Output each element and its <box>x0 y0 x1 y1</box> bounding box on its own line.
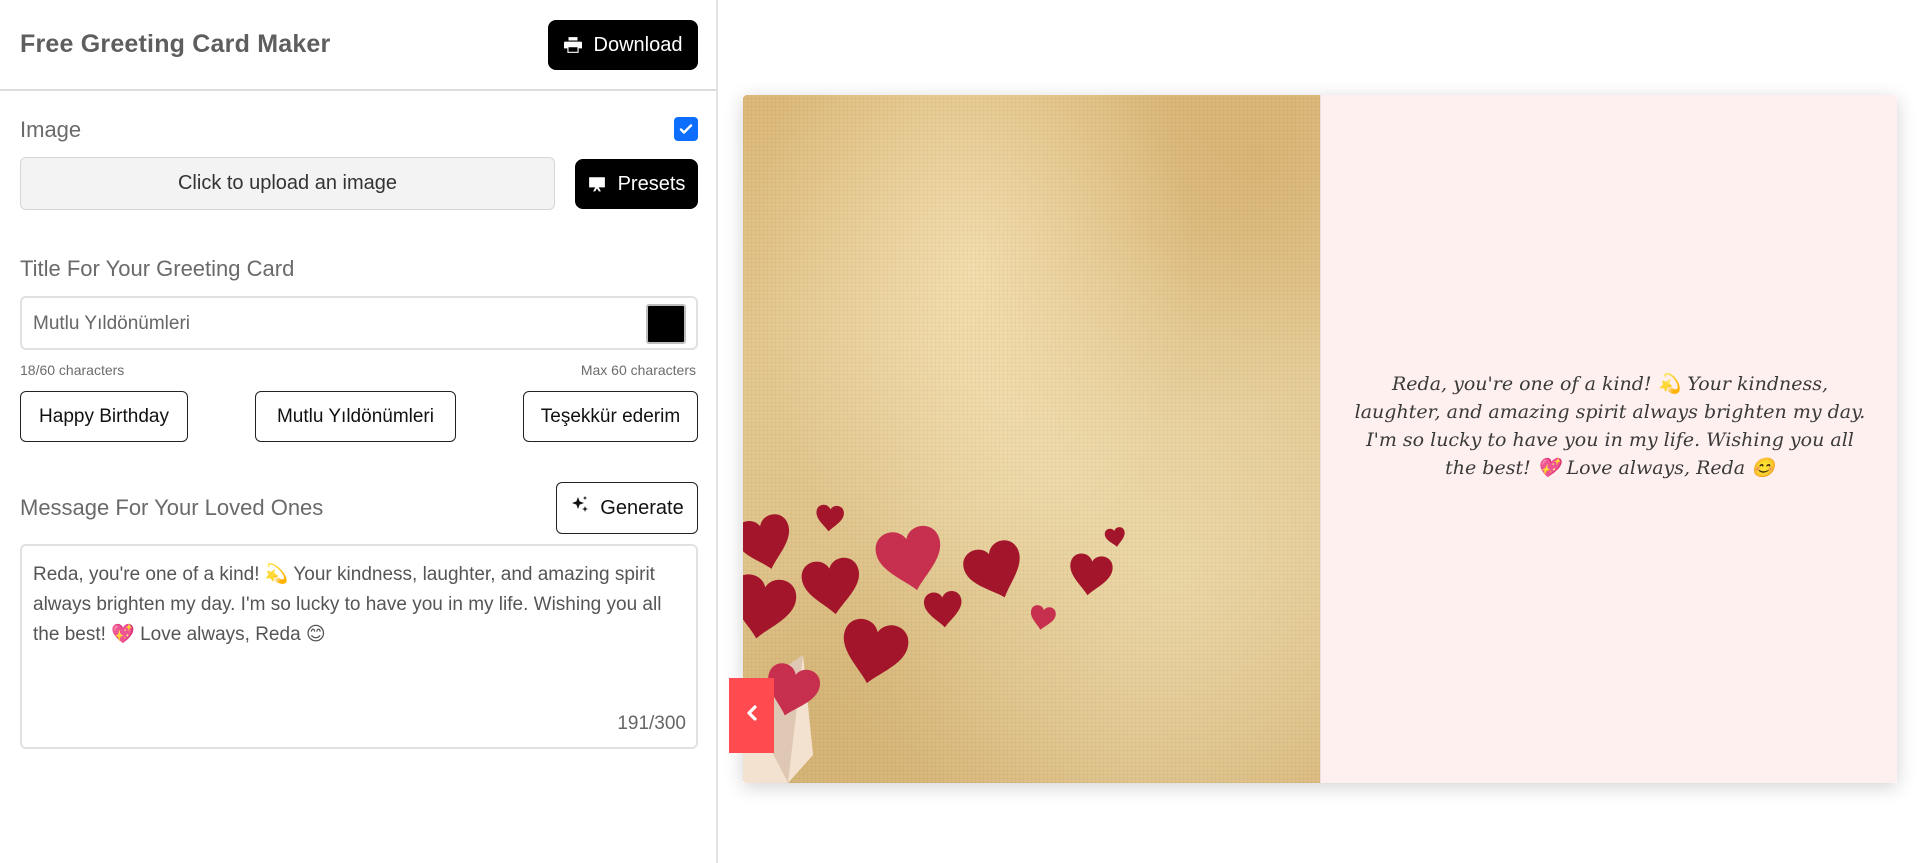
card-title-value: Mutlu Yıldönümleri <box>33 313 191 334</box>
message-char-count: 191/300 <box>617 713 686 734</box>
title-preset-button[interactable]: Mutlu Yıldönümleri <box>255 391 456 442</box>
sidebar-header: Free Greeting Card Maker Download <box>0 0 716 91</box>
presets-label: Presets <box>617 172 686 195</box>
message-text: Reda, you're one of a kind! 💫 Your kindn… <box>33 564 662 645</box>
card-front-image <box>743 95 1320 783</box>
title-color-picker[interactable] <box>646 304 686 344</box>
chevron-left-icon <box>744 704 760 727</box>
image-enabled-checkbox[interactable] <box>674 117 698 141</box>
download-label: Download <box>593 33 683 56</box>
download-button[interactable]: Download <box>548 20 698 70</box>
image-upload-button[interactable]: Click to upload an image <box>20 157 555 210</box>
presets-button[interactable]: Presets <box>575 159 698 209</box>
printer-icon <box>563 36 582 54</box>
editor-sidebar: Free Greeting Card Maker Download Image … <box>0 0 718 863</box>
message-section-label: Message For Your Loved Ones <box>20 495 324 520</box>
card-inside-message: Reda, you're one of a kind! 💫 Your kindn… <box>1354 373 1866 479</box>
presentation-icon <box>588 175 606 193</box>
app-title: Free Greeting Card Maker <box>20 30 331 58</box>
title-section-label: Title For Your Greeting Card <box>20 256 295 281</box>
previous-page-button[interactable] <box>729 678 774 753</box>
title-preset-button[interactable]: Teşekkür ederim <box>523 391 698 442</box>
title-preset-button[interactable]: Happy Birthday <box>20 391 188 442</box>
hearts-illustration <box>743 504 1127 783</box>
title-max-hint: Max 60 characters <box>580 362 696 378</box>
message-textarea[interactable]: Reda, you're one of a kind! 💫 Your kindn… <box>20 544 698 749</box>
card-inside-page: Reda, you're one of a kind! 💫 Your kindn… <box>1320 95 1897 783</box>
sparkles-icon <box>570 495 590 521</box>
generate-label: Generate <box>600 496 684 519</box>
title-char-count: 18/60 characters <box>20 362 125 378</box>
image-section-label: Image <box>20 117 82 142</box>
greeting-card: Reda, you're one of a kind! 💫 Your kindn… <box>743 95 1897 783</box>
card-title-input[interactable]: Mutlu Yıldönümleri <box>20 296 698 350</box>
generate-button[interactable]: Generate <box>556 482 698 534</box>
